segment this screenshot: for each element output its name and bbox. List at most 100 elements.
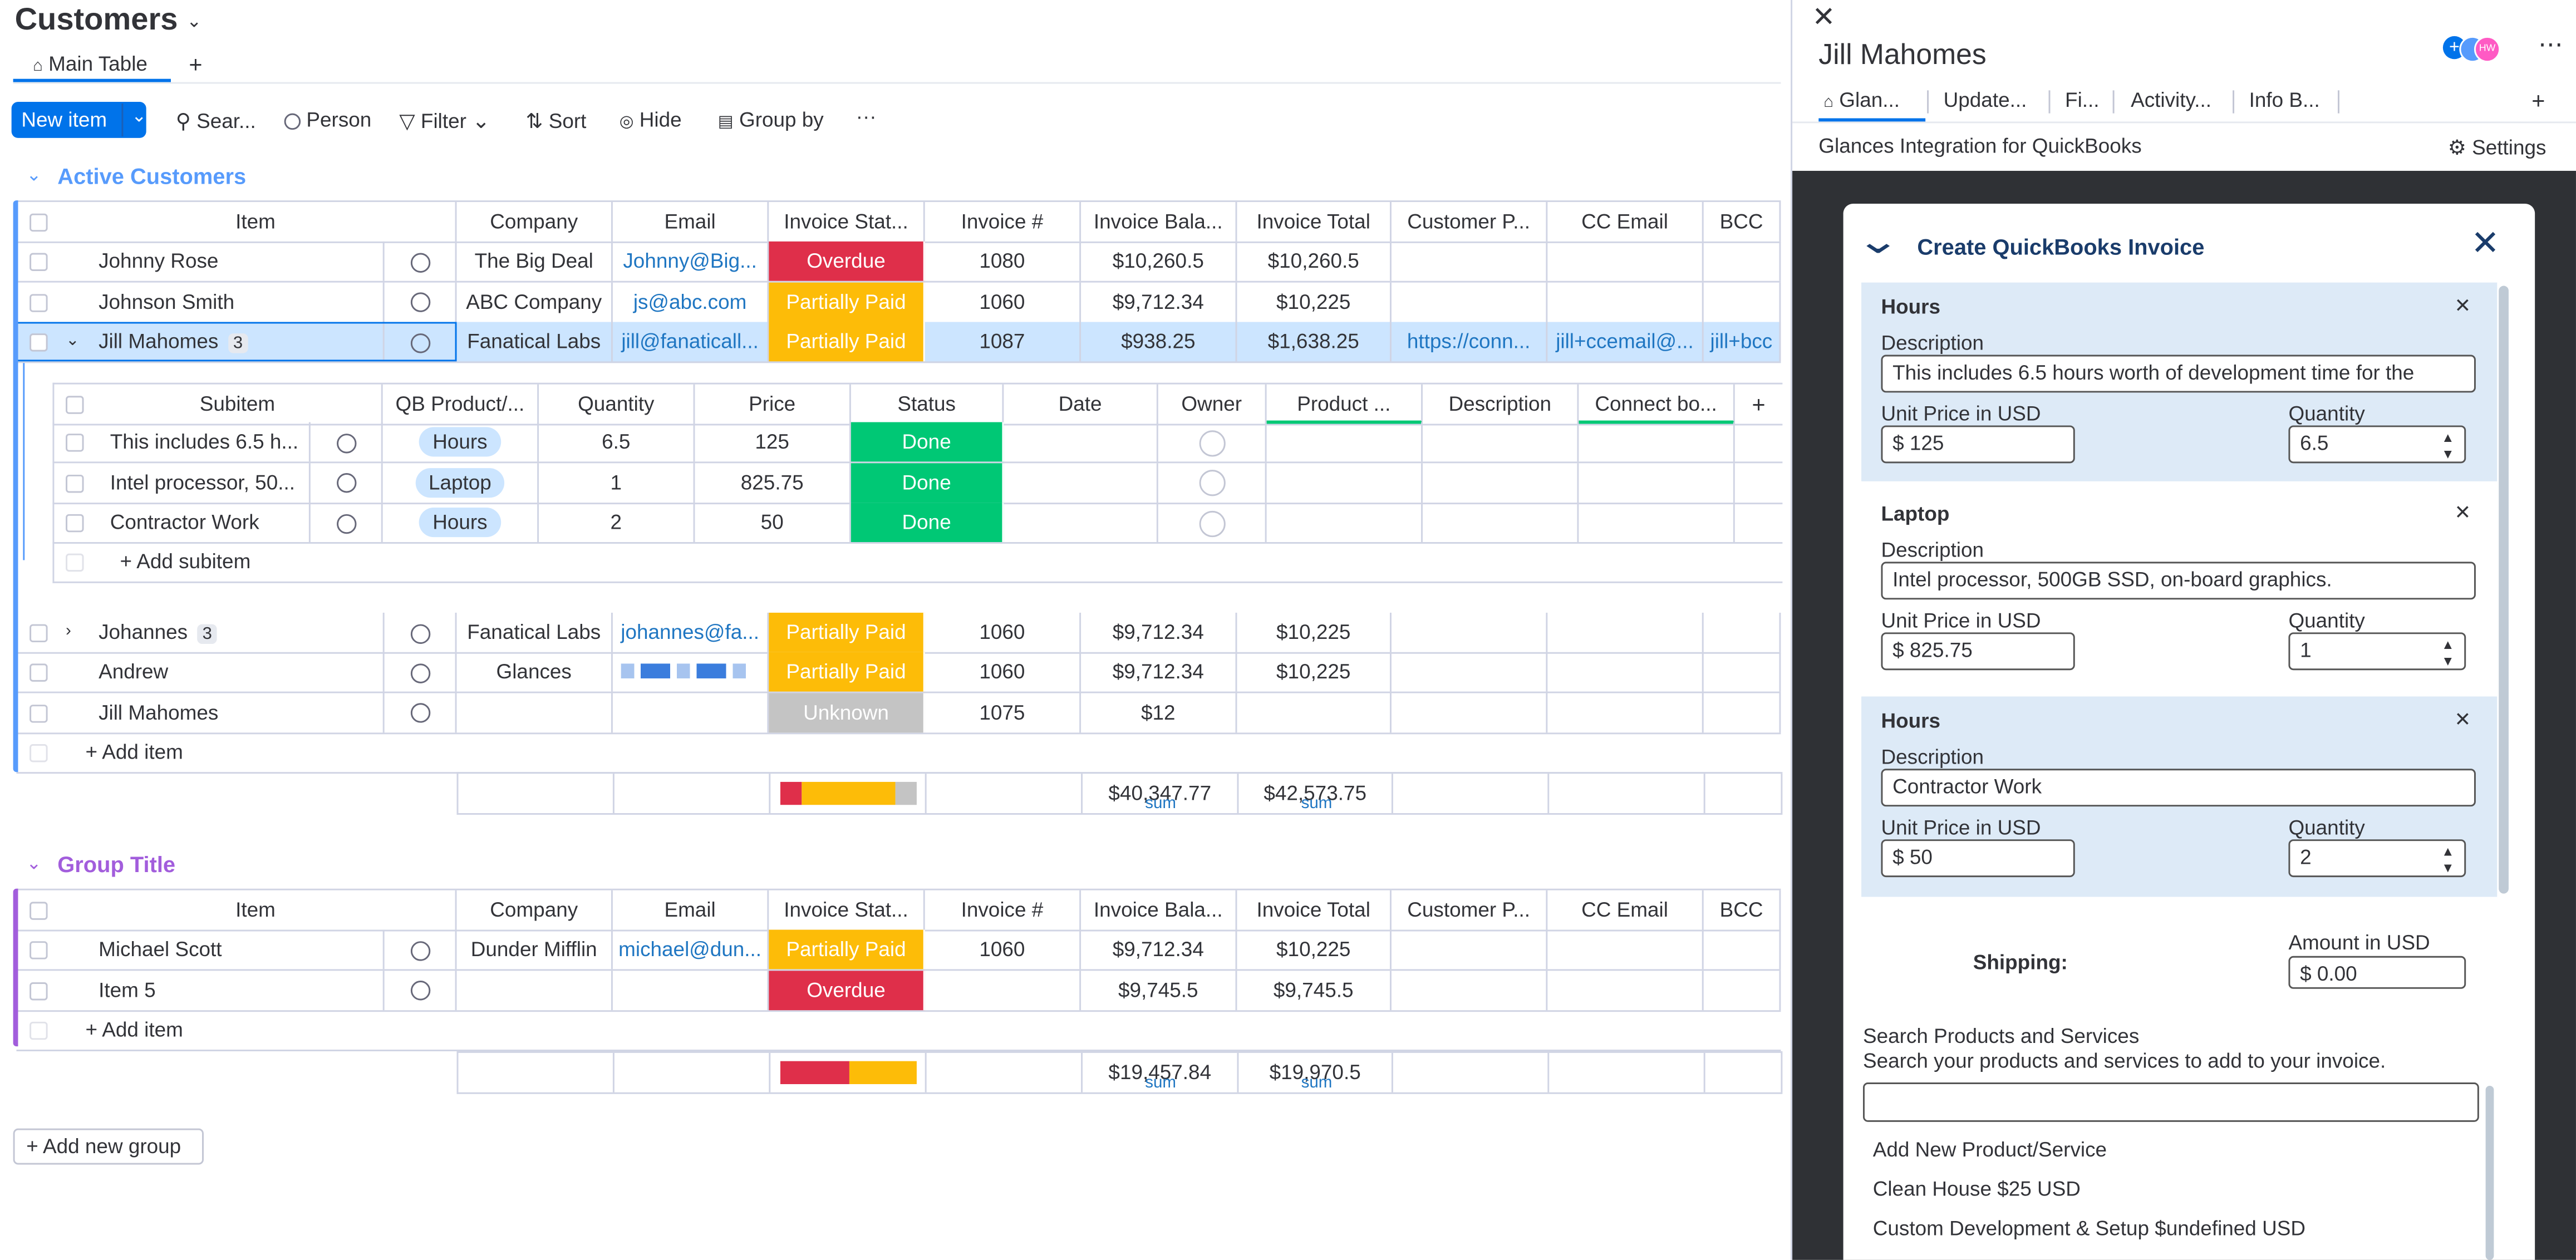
new-item-button[interactable]: New item ⌄ — [11, 99, 146, 138]
status-cell[interactable]: Overdue — [769, 969, 925, 1010]
conversation-cell[interactable] — [385, 282, 457, 322]
subitem-column-header[interactable]: Status — [851, 384, 1004, 424]
status-cell[interactable]: Partially Paid — [769, 282, 925, 322]
customer-portal-cell[interactable] — [1392, 692, 1548, 732]
stepper-arrows-icon[interactable]: ▲ ▼ — [2441, 841, 2454, 875]
add-update-icon[interactable] — [336, 473, 356, 494]
invoice-total-cell[interactable]: $10,225 — [1237, 282, 1392, 322]
date-cell[interactable] — [1004, 462, 1158, 502]
search-products-input[interactable] — [1863, 1082, 2479, 1122]
company-cell[interactable]: Glances — [457, 652, 613, 692]
invoice-balance-cell[interactable]: $10,260.5 — [1081, 241, 1237, 281]
column-header[interactable]: BCC — [1704, 890, 1781, 930]
tab-info-boxes[interactable]: Info B... — [2249, 88, 2320, 111]
customer-portal-cell[interactable] — [1392, 612, 1548, 652]
table-row[interactable]: Johnson Smith ABC Company js@abc.com Partia… — [16, 282, 1781, 323]
form-scrollbar[interactable] — [2499, 286, 2509, 894]
email-cell[interactable]: michael@dun... — [613, 929, 769, 969]
table-row[interactable]: ⌄ Jill Mahomes 3 Fanatical Labs jill@fanatic… — [16, 322, 1781, 363]
invoice-number-cell[interactable]: 1075 — [925, 692, 1081, 732]
invoice-total-cell[interactable]: $10,225 — [1237, 612, 1392, 652]
invoice-total-cell[interactable]: $10,260.5 — [1237, 241, 1392, 281]
column-header[interactable]: BCC — [1704, 202, 1781, 242]
cc-email-cell[interactable] — [1547, 969, 1704, 1010]
row-checkbox[interactable] — [66, 514, 84, 532]
unit-price-input[interactable]: $ 50 — [1881, 839, 2075, 878]
invoice-total-cell[interactable]: $9,745.5 — [1237, 969, 1392, 1010]
conversation-cell[interactable] — [311, 502, 383, 542]
add-update-icon[interactable] — [336, 434, 356, 454]
bcc-cell[interactable] — [1704, 969, 1781, 1010]
quantity-cell[interactable]: 2 — [539, 502, 695, 542]
table-row[interactable]: Jill Mahomes Unknown 1075 $12 — [16, 692, 1781, 734]
quantity-stepper[interactable]: 2 ▲ ▼ — [2288, 839, 2466, 878]
unit-price-input[interactable]: $ 125 — [1881, 425, 2075, 464]
quantity-cell[interactable]: 1 — [539, 462, 695, 502]
add-group-button[interactable]: + Add new group — [13, 1128, 204, 1165]
company-cell[interactable]: Fanatical Labs — [457, 612, 613, 652]
subitem-column-header[interactable]: Connect bo... — [1579, 384, 1735, 424]
qb-product-cell[interactable]: Hours — [383, 502, 539, 542]
shipping-amount-input[interactable]: $ 0.00 — [2288, 956, 2466, 989]
bcc-cell[interactable] — [1704, 652, 1781, 692]
subitem-name-cell[interactable]: Intel processor, 50... — [94, 462, 311, 502]
column-header[interactable]: Email — [613, 890, 769, 930]
item-name-cell[interactable]: Andrew — [56, 652, 385, 692]
status-cell[interactable]: Done — [851, 462, 1004, 502]
email-cell[interactable]: js@abc.com — [613, 282, 769, 322]
tab-glances[interactable]: ⌂ Glan... — [1823, 88, 1900, 111]
status-cell[interactable]: Partially Paid — [769, 929, 925, 969]
company-cell[interactable]: Dunder Mifflin — [457, 929, 613, 969]
cc-email-cell[interactable] — [1547, 612, 1704, 652]
column-header[interactable]: CC Email — [1547, 202, 1704, 242]
subitem-column-header[interactable]: QB Product/... — [383, 384, 539, 424]
chevron-down-icon[interactable]: ⌄ — [186, 12, 201, 32]
product-option[interactable]: Custom Development & Setup $undefined US… — [1873, 1217, 2305, 1240]
product-option[interactable]: Clean House $25 USD — [1873, 1178, 2081, 1200]
cc-email-cell[interactable] — [1547, 241, 1704, 281]
description-input[interactable]: This includes 6.5 hours worth of develop… — [1881, 355, 2476, 393]
subscribers-avatars[interactable]: + HW — [2442, 35, 2502, 63]
company-cell[interactable]: Fanatical Labs — [457, 322, 613, 362]
add-subitem-row[interactable]: + Add subitem — [52, 542, 1783, 584]
item-name-cell[interactable]: Item 5 — [56, 969, 385, 1010]
column-header[interactable]: Invoice Total — [1237, 890, 1392, 930]
chevron-down-icon[interactable]: ⌄ — [131, 99, 146, 135]
invoice-total-cell[interactable]: $1,638.25 — [1237, 322, 1392, 362]
status-cell[interactable]: Unknown — [769, 692, 925, 732]
product-option[interactable]: Add New Product/Service — [1873, 1138, 2107, 1161]
price-cell[interactable]: 825.75 — [695, 462, 851, 502]
conversation-cell[interactable] — [385, 969, 457, 1010]
customer-portal-cell[interactable]: https://conn... — [1392, 322, 1548, 362]
invoice-balance-cell[interactable]: $9,745.5 — [1081, 969, 1237, 1010]
person-icon[interactable] — [1198, 430, 1225, 457]
tab-updates[interactable]: Update... — [1944, 88, 2027, 111]
cc-email-cell[interactable] — [1547, 929, 1704, 969]
column-header[interactable]: CC Email — [1547, 890, 1704, 930]
person-icon[interactable] — [1198, 470, 1225, 497]
invoice-number-cell[interactable]: 1080 — [925, 241, 1081, 281]
bcc-cell[interactable] — [1704, 241, 1781, 281]
board-title[interactable]: Customers ⌄ — [15, 3, 202, 40]
chevron-right-icon[interactable]: › — [66, 613, 71, 652]
person-filter-button[interactable]: Person — [284, 109, 371, 131]
quantity-stepper[interactable]: 6.5 ▲ ▼ — [2288, 425, 2466, 464]
group-collapse-toggle[interactable]: ⌄ — [26, 853, 41, 874]
email-cell[interactable]: johannes@fa... — [613, 612, 769, 652]
add-column-button[interactable]: + — [1735, 385, 1783, 424]
status-cell[interactable]: Done — [851, 422, 1004, 462]
connect-boards-cell[interactable] — [1579, 502, 1735, 542]
subitem-row[interactable]: Contractor Work Hours 2 50 Done — [52, 502, 1783, 544]
row-checkbox[interactable] — [30, 333, 48, 352]
item-name-cell[interactable]: Johnson Smith — [56, 282, 385, 322]
row-checkbox[interactable] — [66, 434, 84, 452]
conversation-cell[interactable] — [385, 652, 457, 692]
subitem-column-header[interactable]: Price — [695, 384, 851, 424]
description-cell[interactable] — [1423, 462, 1579, 502]
customer-portal-cell[interactable] — [1392, 282, 1548, 322]
stepper-arrows-icon[interactable]: ▲ ▼ — [2441, 634, 2454, 668]
customer-portal-cell[interactable] — [1392, 969, 1548, 1010]
sort-button[interactable]: ⇅ Sort — [525, 109, 586, 133]
item-name-cell[interactable]: Jill Mahomes — [56, 692, 385, 732]
description-cell[interactable] — [1423, 422, 1579, 462]
